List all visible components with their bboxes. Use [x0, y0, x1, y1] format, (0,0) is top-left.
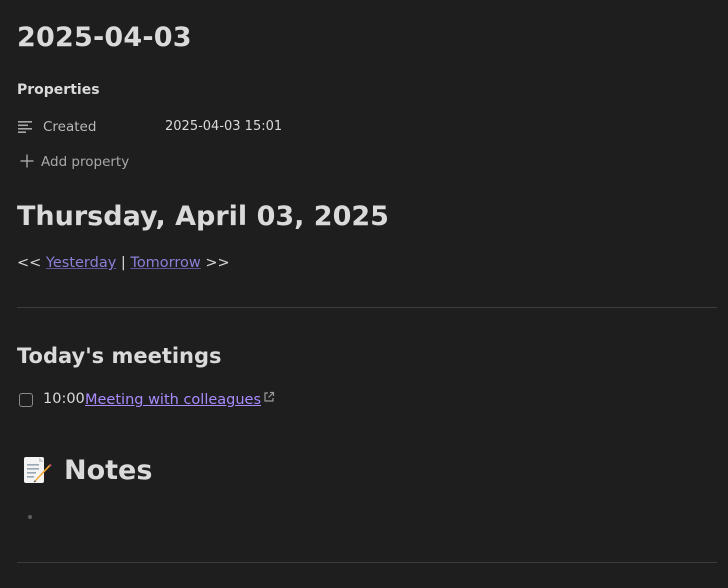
- add-property-button[interactable]: Add property: [17, 151, 147, 173]
- day-navigation: << Yesterday | Tomorrow >>: [17, 255, 230, 271]
- memo-icon: [24, 457, 52, 483]
- notes-heading: Notes: [22, 454, 222, 490]
- property-value[interactable]: 2025-04-03 15:01: [165, 119, 282, 134]
- add-property-label: Add property: [41, 154, 130, 170]
- text-lines-icon: [18, 121, 32, 133]
- nav-prefix: <<: [17, 255, 46, 271]
- meetings-heading: Today's meetings: [17, 344, 222, 368]
- notes-heading-label: Notes: [64, 455, 153, 486]
- note-page: 2025-04-03 Properties Created 2025-04-03…: [0, 0, 728, 588]
- task-item: 10:00 Meeting with colleagues: [18, 390, 338, 412]
- property-row-created[interactable]: Created 2025-04-03 15:01: [17, 116, 437, 138]
- properties-heading[interactable]: Properties: [17, 82, 100, 98]
- task-checkbox[interactable]: [19, 393, 33, 407]
- external-link-icon: [264, 391, 275, 402]
- meeting-link[interactable]: Meeting with colleagues: [85, 391, 275, 408]
- plus-icon: [20, 154, 34, 168]
- nav-suffix: >>: [200, 255, 230, 271]
- yesterday-link[interactable]: Yesterday: [46, 255, 116, 271]
- property-key[interactable]: Created: [43, 119, 96, 135]
- tomorrow-link[interactable]: Tomorrow: [130, 255, 200, 271]
- meeting-link-label: Meeting with colleagues: [85, 392, 262, 408]
- daily-heading: Thursday, April 03, 2025: [17, 201, 389, 232]
- divider: [17, 307, 717, 308]
- empty-list-bullet[interactable]: [28, 515, 32, 519]
- note-title[interactable]: 2025-04-03: [17, 22, 192, 53]
- nav-separator: |: [116, 255, 131, 271]
- divider: [17, 562, 717, 563]
- task-time: 10:00: [43, 391, 85, 407]
